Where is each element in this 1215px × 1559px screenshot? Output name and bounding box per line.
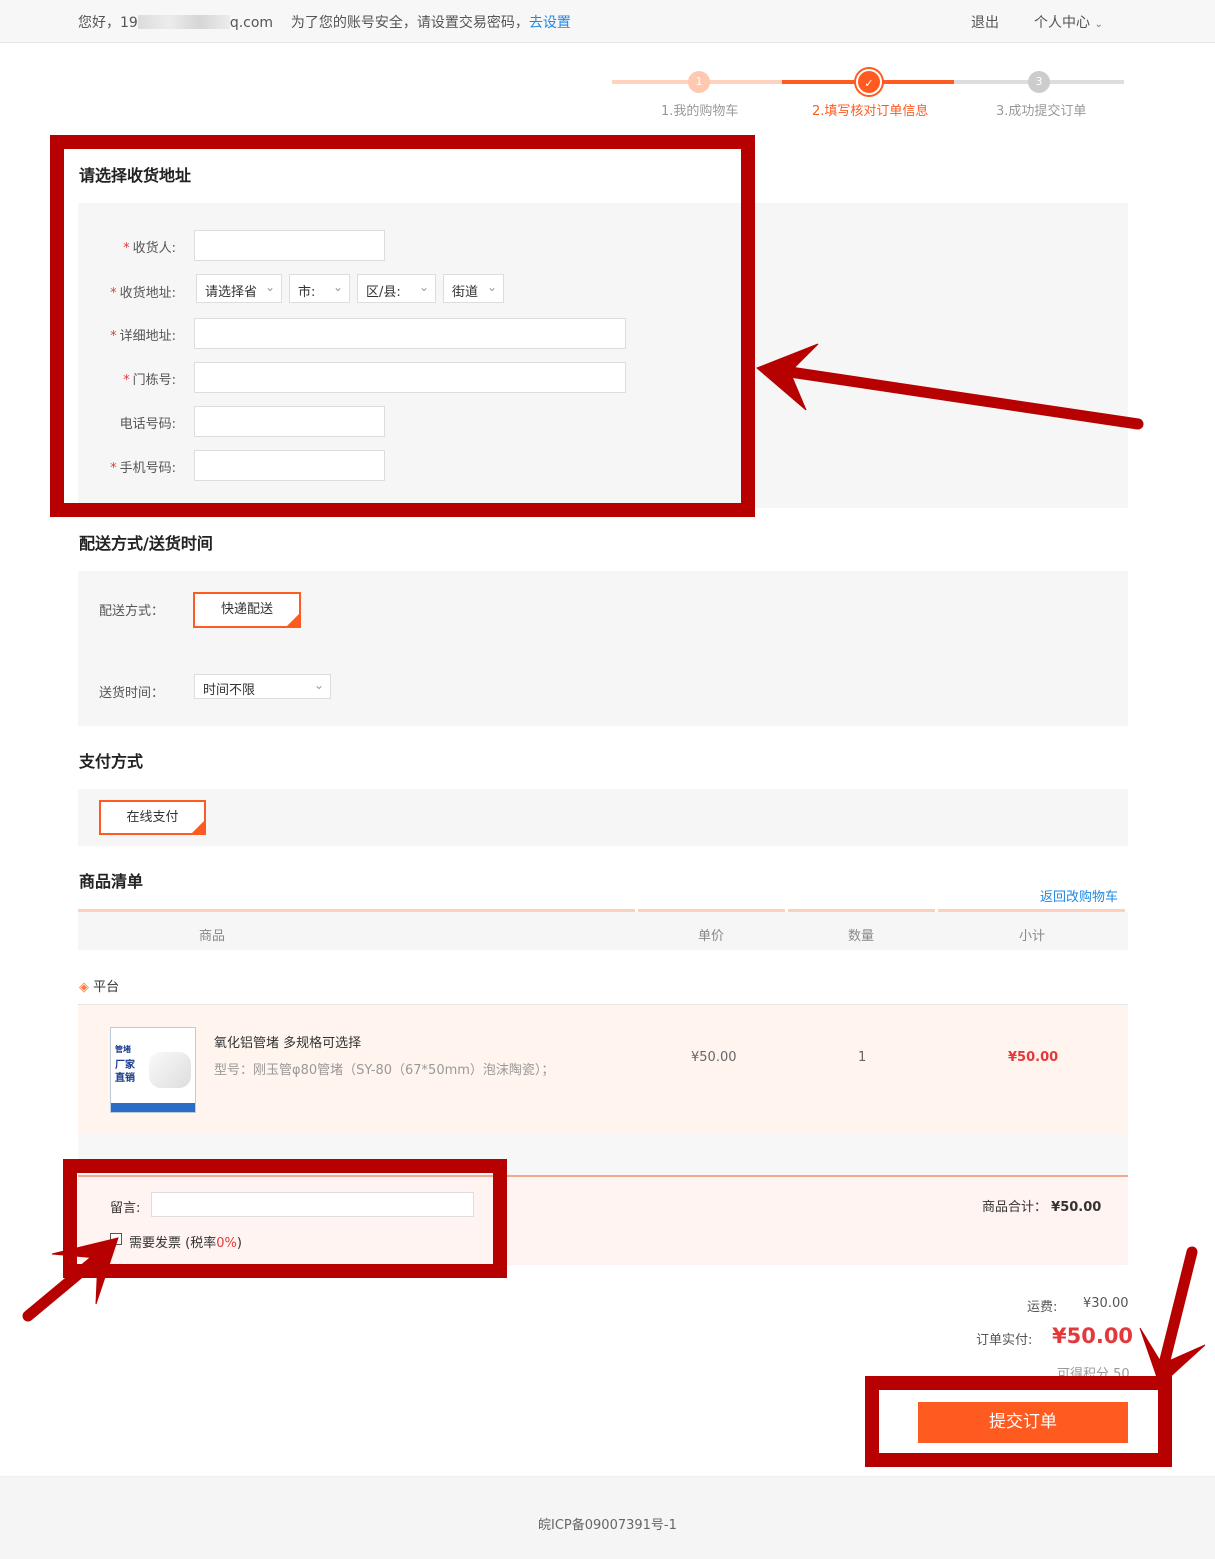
arrow-address-shaft (784, 366, 1144, 430)
arrow-submit-shaft (1157, 1246, 1198, 1374)
annotation-arrows (22, 343, 1206, 1387)
arrow-invoice-shaft (22, 1250, 106, 1322)
